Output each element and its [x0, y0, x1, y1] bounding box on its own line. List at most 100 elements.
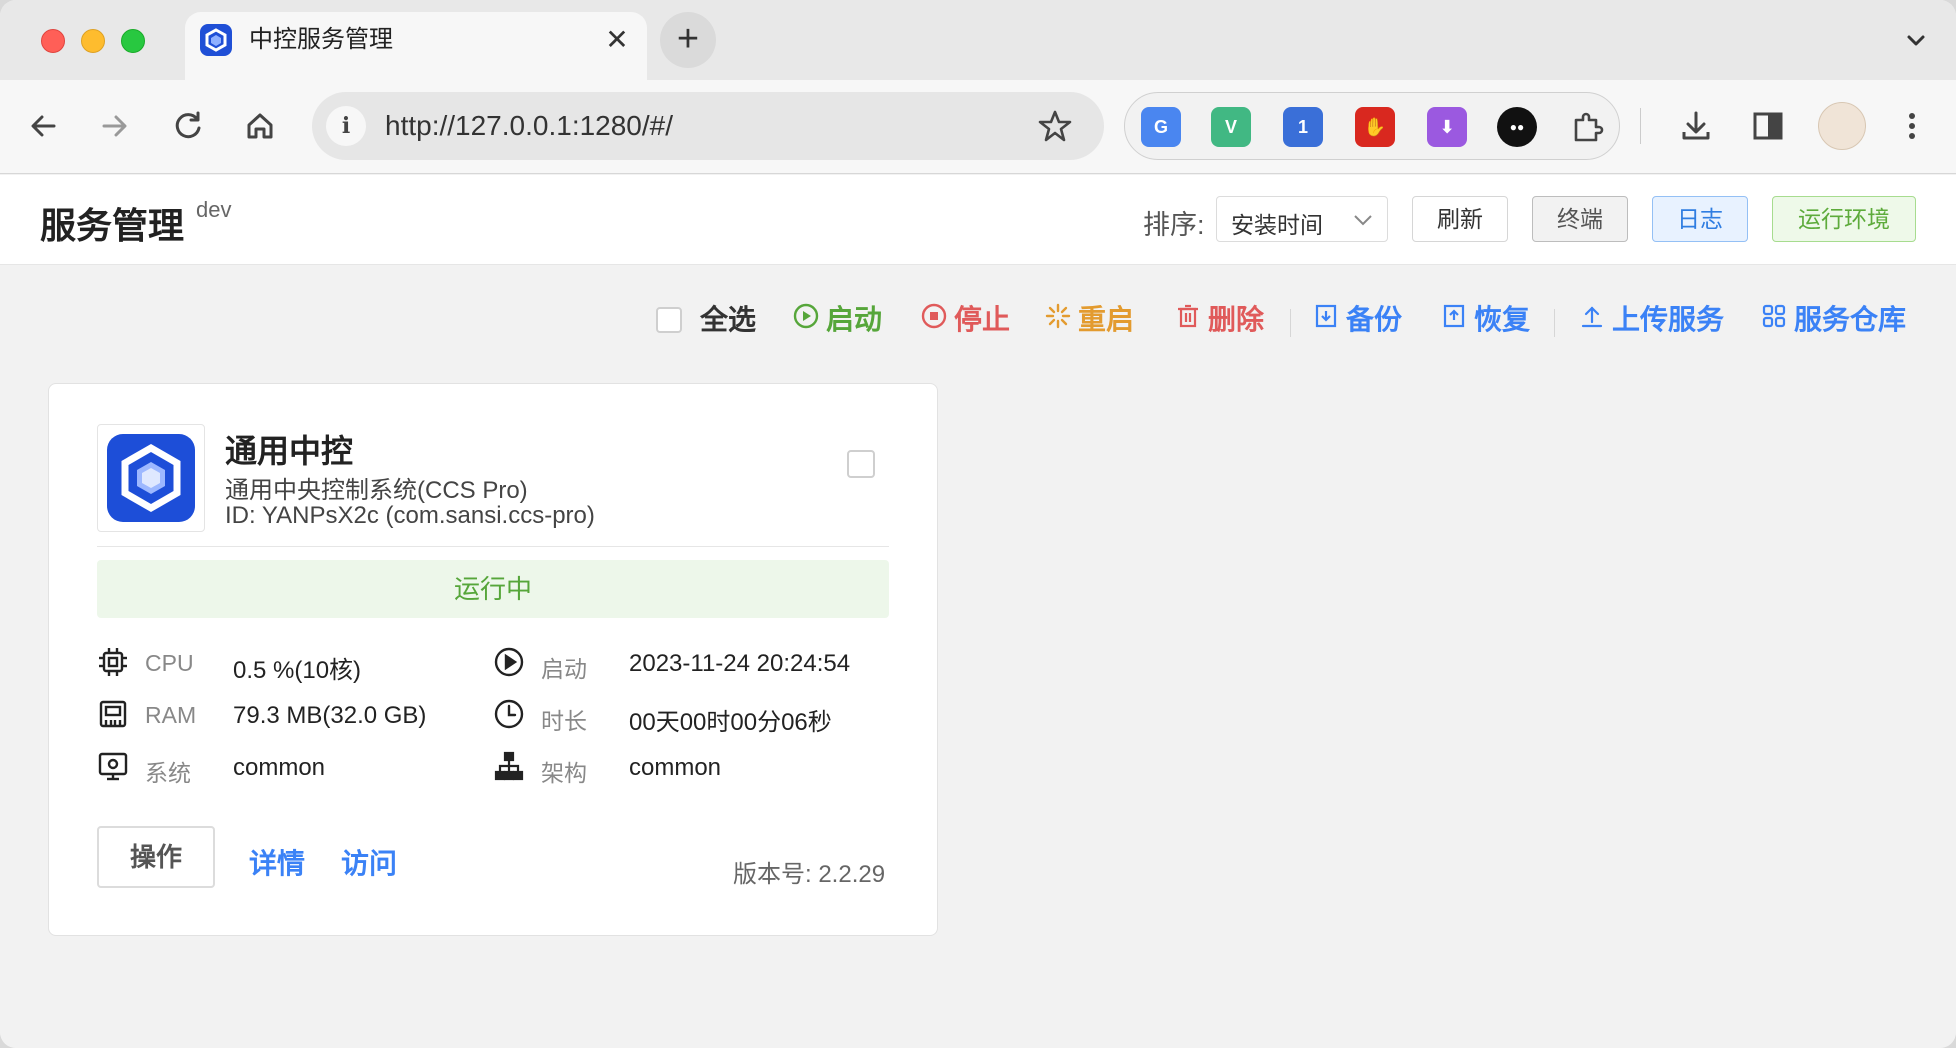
- start-button[interactable]: 启动: [792, 303, 882, 337]
- service-id: ID: YANPsX2c (com.sansi.ccs-pro): [225, 502, 595, 529]
- restore-icon: [1440, 303, 1468, 337]
- backup-button[interactable]: 备份: [1312, 303, 1402, 337]
- side-panel-button[interactable]: [1746, 104, 1790, 148]
- browser-menu-button[interactable]: [1890, 104, 1934, 148]
- toolbar-separator: [1640, 108, 1641, 144]
- action-separator: [1554, 309, 1555, 337]
- loading-spinner-icon: [1044, 303, 1072, 337]
- page-title: 服务管理: [40, 205, 185, 246]
- sort-select[interactable]: 安装时间: [1216, 196, 1388, 242]
- close-window-button[interactable]: [41, 29, 65, 53]
- service-logo-icon: [107, 434, 195, 522]
- profile-avatar[interactable]: [1818, 102, 1866, 150]
- service-logo: [97, 424, 205, 532]
- page-content: 服务管理 dev 排序: 安装时间 刷新 终端 日志 运行环境 全选 启动 停止…: [0, 175, 1956, 1048]
- env-badge: dev: [196, 197, 232, 222]
- bookmark-star-icon[interactable]: [1035, 106, 1075, 146]
- details-link[interactable]: 详情: [249, 842, 305, 882]
- play-circle-icon: [493, 646, 525, 678]
- tab-close-icon[interactable]: ✕: [601, 24, 633, 56]
- side-panel-icon: [1753, 112, 1783, 140]
- tab-active[interactable]: 中控服务管理 ✕: [185, 12, 647, 80]
- operate-button[interactable]: 操作: [97, 826, 215, 888]
- tab-strip: 中控服务管理 ✕ +: [0, 0, 1956, 80]
- restart-label: 重启: [1078, 304, 1135, 335]
- restore-label: 恢复: [1474, 304, 1531, 335]
- downloads-button[interactable]: [1674, 104, 1718, 148]
- ram-value: 79.3 MB(32.0 GB): [233, 702, 427, 729]
- runtime-env-button[interactable]: 运行环境: [1772, 196, 1916, 242]
- delete-button[interactable]: 删除: [1174, 303, 1264, 337]
- backup-label: 备份: [1346, 304, 1403, 335]
- new-tab-button[interactable]: +: [660, 12, 716, 68]
- log-button[interactable]: 日志: [1652, 196, 1748, 242]
- tab-title: 中控服务管理: [249, 26, 393, 53]
- vue-devtools-extension-icon[interactable]: V: [1211, 107, 1251, 147]
- adblock-extension-icon[interactable]: ✋: [1355, 107, 1395, 147]
- sort-label: 排序:: [1143, 210, 1205, 240]
- password-manager-extension-icon[interactable]: 1: [1283, 107, 1323, 147]
- browser-toolbar: i http://127.0.0.1:1280/#/ G V 1 ✋ ⬇ ●●: [0, 80, 1956, 174]
- terminal-button[interactable]: 终端: [1532, 196, 1628, 242]
- system-value: common: [233, 754, 326, 781]
- trash-icon: [1174, 303, 1202, 337]
- start-time-label: 启动: [541, 656, 587, 682]
- memory-icon: [97, 698, 129, 730]
- app-header: 服务管理 dev 排序: 安装时间 刷新 终端 日志 运行环境: [0, 175, 1956, 265]
- restore-button[interactable]: 恢复: [1440, 303, 1530, 337]
- upload-service-label: 上传服务: [1612, 304, 1725, 335]
- home-icon: [247, 113, 273, 139]
- start-time-value: 2023-11-24 20:24:54: [629, 650, 851, 677]
- select-all-label[interactable]: 全选: [700, 303, 756, 337]
- service-repository-button[interactable]: 服务仓库: [1760, 303, 1906, 337]
- browser-window: 中控服务管理 ✕ + i http://127.0.0.1:1280/#/ G …: [0, 0, 1956, 1048]
- select-all-checkbox[interactable]: [656, 307, 682, 333]
- status-badge: 运行中: [97, 560, 889, 618]
- clock-icon: [493, 698, 525, 730]
- sort-select-value: 安装时间: [1231, 212, 1323, 238]
- home-button[interactable]: [238, 104, 282, 148]
- chevron-down-icon: [1351, 202, 1375, 243]
- tampermonkey-extension-icon[interactable]: ●●: [1497, 107, 1537, 147]
- extensions-puzzle-icon[interactable]: [1567, 107, 1607, 147]
- card-divider: [97, 546, 889, 547]
- address-bar[interactable]: i http://127.0.0.1:1280/#/: [312, 92, 1104, 160]
- google-translate-extension-icon[interactable]: G: [1141, 107, 1181, 147]
- service-description: 通用中央控制系统(CCS Pro): [225, 477, 528, 504]
- service-name: 通用中控: [225, 433, 354, 469]
- system-label: 系统: [145, 760, 191, 786]
- forward-button[interactable]: [92, 104, 136, 148]
- ram-label: RAM: [145, 702, 197, 728]
- reload-icon: [175, 111, 201, 139]
- refresh-button[interactable]: 刷新: [1412, 196, 1508, 242]
- reload-button[interactable]: [166, 104, 210, 148]
- more-vertical-icon: [1909, 113, 1915, 139]
- stop-button[interactable]: 停止: [920, 303, 1010, 337]
- star-icon: [1038, 110, 1072, 142]
- minimize-window-button[interactable]: [81, 29, 105, 53]
- action-separator: [1290, 309, 1291, 337]
- arch-value: common: [629, 754, 722, 781]
- back-button[interactable]: [22, 104, 66, 148]
- extensions-bar: G V 1 ✋ ⬇ ●●: [1124, 92, 1620, 160]
- service-select-checkbox[interactable]: [847, 450, 875, 478]
- cpu-label: CPU: [145, 650, 194, 676]
- service-repository-label: 服务仓库: [1794, 304, 1907, 335]
- upload-service-button[interactable]: 上传服务: [1578, 303, 1724, 337]
- download-helper-extension-icon[interactable]: ⬇: [1427, 107, 1467, 147]
- chevron-down-icon: [1907, 35, 1925, 46]
- tab-search-button[interactable]: [1896, 20, 1936, 60]
- visit-link[interactable]: 访问: [341, 842, 397, 882]
- start-label: 启动: [826, 304, 883, 335]
- backup-icon: [1312, 303, 1340, 337]
- arrow-left-icon: [31, 115, 56, 137]
- site-info-icon[interactable]: i: [326, 106, 366, 146]
- cpu-value: 0.5 %(10核): [233, 657, 362, 684]
- maximize-window-button[interactable]: [121, 29, 145, 53]
- system-monitor-icon: [97, 750, 129, 782]
- download-icon: [1682, 111, 1710, 140]
- architecture-tree-icon: [493, 750, 525, 782]
- uptime-label: 时长: [541, 708, 587, 734]
- address-url[interactable]: http://127.0.0.1:1280/#/: [385, 110, 673, 142]
- restart-button[interactable]: 重启: [1044, 303, 1134, 337]
